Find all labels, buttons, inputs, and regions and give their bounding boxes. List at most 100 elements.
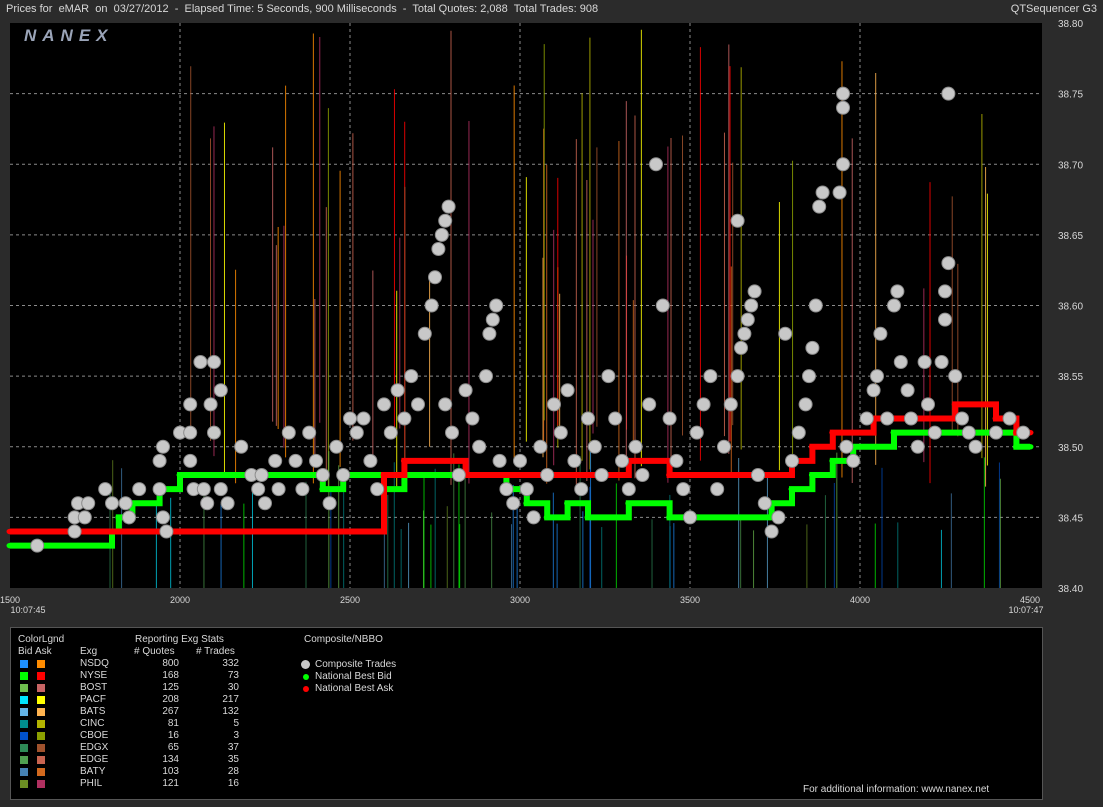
- best-ask-point: [128, 528, 136, 535]
- trade-count: 35: [227, 754, 239, 765]
- trade-point: [955, 411, 969, 426]
- stats-panel: ColorLgnd Bid Ask Exg Reporting Exg Stat…: [10, 627, 1043, 800]
- trade-point: [183, 453, 198, 468]
- quote-count: 800: [162, 658, 179, 669]
- best-bid-point: [278, 472, 286, 478]
- trade-count: 28: [227, 766, 239, 777]
- best-ask-point: [210, 528, 218, 535]
- best-bid-point: [441, 472, 449, 478]
- trade-point: [900, 383, 915, 398]
- trade-point: [839, 439, 854, 454]
- trade-point: [533, 439, 548, 454]
- best-bid-point: [788, 486, 796, 492]
- best-bid-point: [217, 472, 225, 478]
- trade-point: [723, 397, 738, 412]
- trade-point: [105, 496, 119, 511]
- trade-point: [207, 355, 221, 369]
- trade-point: [295, 482, 310, 497]
- trade-point: [383, 425, 398, 440]
- trade-point: [615, 453, 629, 468]
- title-bar: Prices for eMAR on 03/27/2012 - Elapsed …: [0, 0, 1103, 18]
- trade-point: [1016, 425, 1031, 440]
- trade-point: [683, 510, 697, 525]
- y-tick-label: 38.55: [1058, 372, 1083, 383]
- trade-point: [411, 397, 425, 412]
- best-ask-point: [400, 458, 408, 464]
- ask-color-swatch: [37, 720, 45, 728]
- trade-point: [288, 453, 303, 468]
- quote-count: 121: [162, 778, 179, 789]
- best-ask-point: [94, 528, 102, 535]
- ask-color-swatch: [37, 780, 45, 788]
- trade-point: [506, 496, 521, 511]
- trade-point: [798, 397, 813, 412]
- ask-header: Ask: [35, 646, 52, 657]
- best-bid-point: [543, 514, 551, 521]
- bid-color-swatch: [20, 684, 28, 692]
- trade-point: [757, 496, 772, 511]
- trade-point: [540, 468, 555, 482]
- trade-point: [676, 482, 691, 497]
- trade-point: [941, 256, 956, 271]
- bid-legend-marker: [303, 674, 309, 680]
- x-tick-label: 3000: [510, 595, 530, 605]
- exchange-name: EDGE: [80, 754, 109, 765]
- ask-color-swatch: [37, 744, 45, 752]
- y-tick-label: 38.70: [1058, 160, 1083, 171]
- bid-color-swatch: [20, 744, 28, 752]
- trade-point: [859, 411, 874, 426]
- y-tick-label: 38.60: [1058, 302, 1083, 313]
- quote-count: 267: [162, 706, 179, 717]
- trade-point: [431, 242, 446, 256]
- best-ask-point: [972, 401, 980, 408]
- trade-point: [961, 425, 976, 440]
- bid-color-swatch: [20, 660, 28, 668]
- trade-point: [159, 524, 174, 539]
- trade-point: [485, 312, 500, 327]
- trade-point: [132, 482, 147, 497]
- trade-point: [458, 383, 473, 398]
- trade-point: [887, 298, 901, 313]
- trade-point: [948, 369, 963, 384]
- best-ask-point: [584, 472, 592, 478]
- exchange-name: CBOE: [80, 730, 109, 741]
- best-ask-point: [190, 528, 198, 535]
- trade-count: 217: [222, 694, 239, 705]
- trade-point: [200, 496, 215, 511]
- trade-count: 3: [233, 730, 239, 741]
- trade-point: [904, 411, 918, 426]
- trade-point: [927, 425, 942, 440]
- trade-point: [156, 510, 170, 525]
- nanex-logo: NANEX: [24, 26, 114, 45]
- trade-point: [553, 425, 568, 440]
- trade-point: [747, 284, 762, 299]
- trade-point: [363, 453, 378, 468]
- trade-point: [271, 482, 286, 497]
- trade-point: [203, 397, 218, 412]
- best-bid-point: [237, 472, 245, 478]
- trade-point: [251, 482, 266, 497]
- trade-count: 132: [222, 706, 239, 717]
- legend-best-ask: National Best Ask: [315, 683, 394, 694]
- x-tick-label: 3500: [680, 595, 700, 605]
- trade-point: [268, 453, 283, 468]
- trade-point: [734, 340, 748, 355]
- best-bid-point: [196, 472, 204, 478]
- best-ask-point: [849, 429, 857, 436]
- trade-point: [730, 369, 745, 384]
- trade-point: [196, 482, 211, 497]
- y-tick-label: 38.45: [1058, 513, 1083, 524]
- trade-point: [836, 100, 850, 115]
- trade-point: [910, 439, 925, 454]
- trade-point: [655, 298, 670, 313]
- trade-point: [118, 496, 133, 511]
- trade-point: [193, 355, 208, 369]
- trade-point: [628, 439, 643, 454]
- quote-count: 16: [167, 730, 179, 741]
- exchange-name: BATS: [80, 706, 106, 717]
- trade-count: 332: [222, 658, 239, 669]
- color-legend-label: ColorLgnd: [18, 634, 65, 645]
- trade-point: [836, 86, 850, 101]
- trade-point: [581, 411, 595, 426]
- trade-point: [649, 157, 663, 172]
